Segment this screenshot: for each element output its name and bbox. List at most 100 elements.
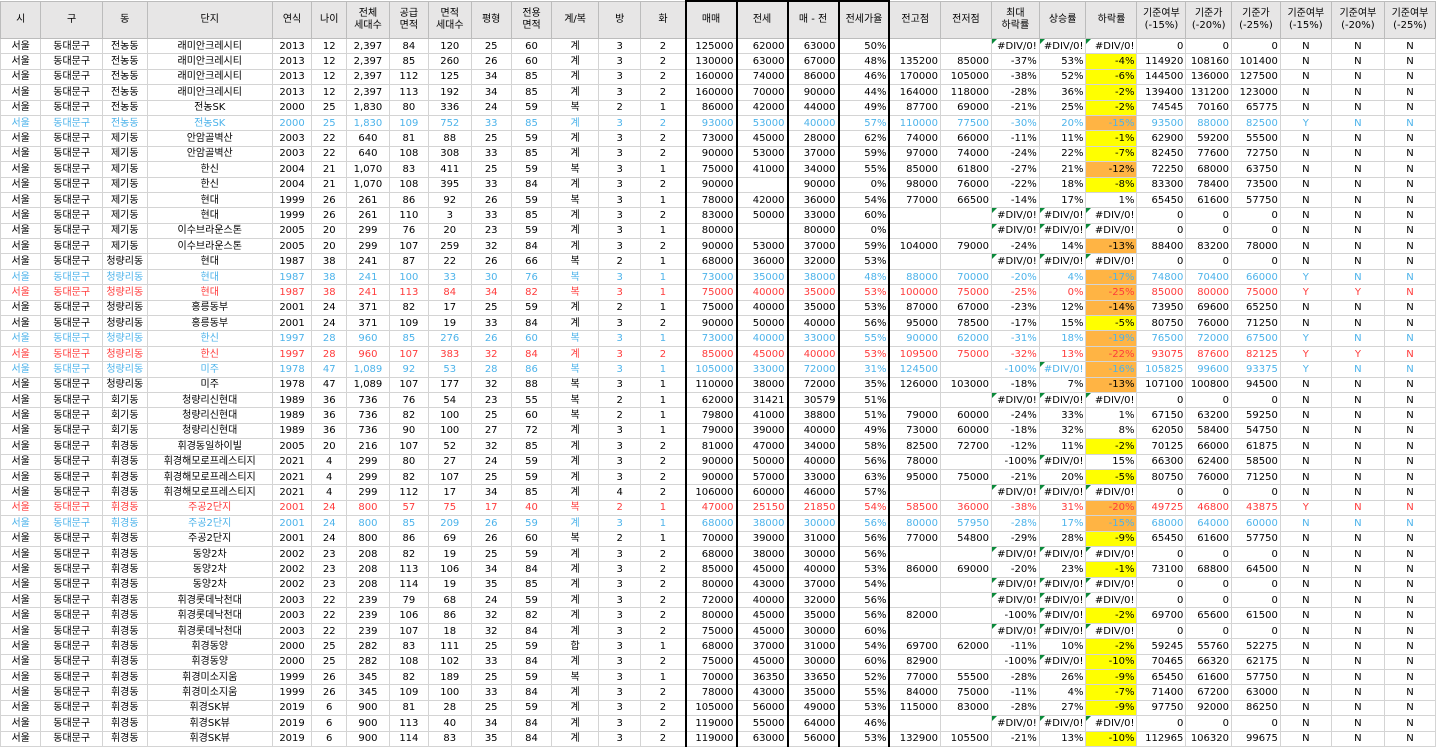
table-cell[interactable]: 84: [510, 730, 553, 747]
table-cell[interactable]: 24: [470, 453, 512, 470]
table-cell[interactable]: 75000: [684, 284, 738, 301]
table-cell[interactable]: 0: [1185, 622, 1232, 640]
table-cell[interactable]: 30000: [786, 515, 840, 532]
column-header[interactable]: 기준여부 (-15%): [1136, 0, 1187, 39]
table-cell[interactable]: 90000: [684, 176, 738, 193]
table-cell[interactable]: -17%: [1085, 268, 1138, 286]
table-cell[interactable]: 241: [346, 284, 390, 301]
table-cell[interactable]: N: [1383, 299, 1437, 317]
table-cell[interactable]: 86000: [684, 99, 738, 116]
table-cell[interactable]: 59: [510, 99, 553, 116]
table-cell[interactable]: 60000: [735, 484, 789, 501]
table-cell[interactable]: 113: [388, 561, 430, 578]
table-cell[interactable]: 동대문구: [40, 161, 103, 178]
table-cell[interactable]: 53%: [837, 284, 891, 301]
table-cell[interactable]: 60000: [939, 407, 992, 424]
table-cell[interactable]: 53000: [735, 114, 789, 132]
table-cell[interactable]: 68800: [1185, 561, 1232, 578]
table-cell[interactable]: 계: [551, 37, 599, 55]
table-cell[interactable]: 1,070: [346, 161, 390, 178]
table-cell[interactable]: 32000: [786, 592, 840, 609]
table-cell[interactable]: 4: [597, 484, 642, 501]
table-cell[interactable]: #DIV/0!: [990, 592, 1040, 609]
table-cell[interactable]: 82000: [888, 607, 941, 624]
table-cell[interactable]: 서울: [0, 699, 42, 717]
table-cell[interactable]: 복: [551, 161, 599, 178]
table-cell[interactable]: 900: [346, 715, 390, 732]
table-cell[interactable]: 52%: [837, 669, 891, 686]
table-cell[interactable]: -18%: [990, 376, 1040, 393]
table-cell[interactable]: N: [1383, 653, 1437, 671]
table-cell[interactable]: -5%: [1085, 315, 1138, 332]
table-cell[interactable]: 휘경미소지움: [146, 684, 273, 701]
table-cell[interactable]: 66300: [1136, 453, 1187, 470]
table-cell[interactable]: 서울: [0, 207, 42, 224]
table-cell[interactable]: 67000: [786, 53, 840, 70]
table-cell[interactable]: N: [1330, 684, 1385, 701]
table-cell[interactable]: [888, 592, 941, 609]
table-cell[interactable]: #DIV/0!: [990, 37, 1040, 55]
table-cell[interactable]: 53: [428, 361, 472, 378]
table-cell[interactable]: 3: [597, 161, 642, 178]
table-cell[interactable]: 3: [597, 515, 642, 532]
table-cell[interactable]: [888, 207, 941, 224]
table-cell[interactable]: 32%: [1038, 422, 1087, 440]
table-cell[interactable]: 83200: [1185, 238, 1232, 255]
table-cell[interactable]: 2: [640, 730, 687, 747]
table-cell[interactable]: 65775: [1231, 99, 1281, 116]
table-cell[interactable]: 휘경동: [101, 576, 148, 594]
table-cell[interactable]: 42000: [735, 191, 789, 209]
table-cell[interactable]: 345: [346, 669, 390, 686]
table-cell[interactable]: 2: [640, 114, 687, 132]
table-cell[interactable]: 66000: [939, 130, 992, 147]
table-cell[interactable]: 45000: [735, 345, 789, 363]
table-cell[interactable]: 31000: [786, 530, 840, 547]
table-cell[interactable]: #DIV/0!: [990, 391, 1040, 409]
table-cell[interactable]: 청량리동: [101, 268, 148, 286]
table-cell[interactable]: 85000: [888, 161, 941, 178]
table-cell[interactable]: 65600: [1185, 607, 1232, 624]
table-cell[interactable]: 33000: [786, 330, 840, 347]
table-cell[interactable]: 동대문구: [40, 530, 103, 547]
table-cell[interactable]: 35000: [786, 684, 840, 701]
table-cell[interactable]: 27: [428, 453, 472, 470]
table-cell[interactable]: 34: [470, 84, 512, 101]
table-cell[interactable]: 휘경동: [101, 622, 148, 640]
table-cell[interactable]: 82: [388, 669, 430, 686]
table-cell[interactable]: 1: [640, 407, 687, 424]
table-cell[interactable]: 동대문구: [40, 653, 103, 671]
table-cell[interactable]: 60%: [837, 653, 891, 671]
table-cell[interactable]: 71250: [1231, 468, 1281, 486]
table-cell[interactable]: 52%: [1038, 68, 1087, 86]
table-cell[interactable]: 56%: [837, 315, 891, 332]
column-header[interactable]: 전저점: [939, 0, 992, 39]
table-cell[interactable]: 81000: [684, 438, 738, 455]
table-cell[interactable]: 11%: [1038, 130, 1087, 147]
table-cell[interactable]: 88000: [888, 268, 941, 286]
table-cell[interactable]: [888, 576, 941, 594]
table-cell[interactable]: 30579: [786, 391, 840, 409]
table-cell[interactable]: N: [1383, 37, 1437, 55]
table-cell[interactable]: 56%: [837, 453, 891, 470]
table-cell[interactable]: 62050: [1136, 422, 1187, 440]
table-cell[interactable]: 청량리신현대: [146, 422, 273, 440]
table-cell[interactable]: 106: [428, 561, 472, 578]
table-cell[interactable]: 59245: [1136, 638, 1187, 655]
table-cell[interactable]: 59: [510, 669, 553, 686]
table-cell[interactable]: 81: [388, 699, 430, 717]
table-cell[interactable]: 61800: [939, 161, 992, 178]
table-cell[interactable]: 한신: [146, 330, 273, 347]
table-cell[interactable]: N: [1383, 145, 1437, 163]
table-cell[interactable]: #DIV/0!: [1038, 576, 1087, 594]
table-cell[interactable]: N: [1330, 191, 1385, 209]
table-cell[interactable]: 22: [311, 145, 348, 163]
table-cell[interactable]: 1: [640, 268, 687, 286]
table-cell[interactable]: 서울: [0, 499, 42, 517]
table-cell[interactable]: 휘경동: [101, 699, 148, 717]
table-cell[interactable]: 84: [510, 653, 553, 671]
table-cell[interactable]: 49725: [1136, 499, 1187, 517]
table-cell[interactable]: 50000: [735, 315, 789, 332]
table-cell[interactable]: 0: [1136, 207, 1187, 224]
table-cell[interactable]: 72000: [1185, 330, 1232, 347]
table-cell[interactable]: 2004: [271, 176, 313, 193]
